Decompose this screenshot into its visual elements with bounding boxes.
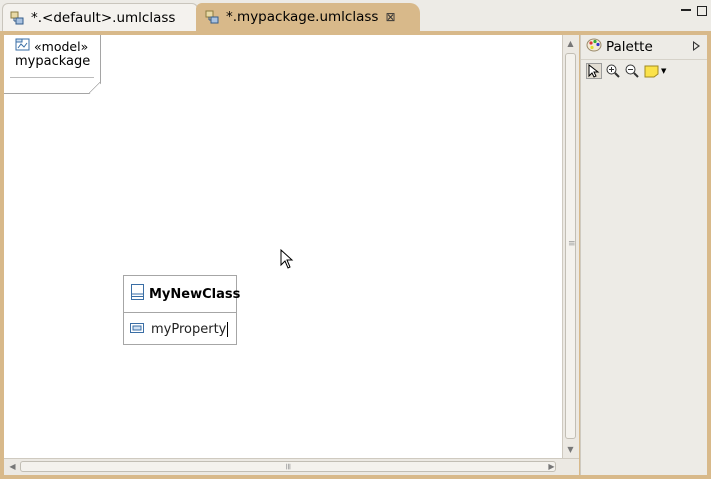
class-icon: [131, 284, 144, 304]
diagram-canvas[interactable]: «model» mypackage MyNewClass myProperty: [4, 35, 562, 458]
vertical-scroll-thumb[interactable]: ≡: [565, 53, 576, 439]
zoom-out-icon[interactable]: [624, 63, 640, 79]
grip-icon: ≡: [568, 239, 576, 249]
palette-header: Palette: [581, 35, 707, 60]
select-tool-icon[interactable]: [586, 63, 602, 79]
grip-icon: ≡: [282, 462, 293, 471]
uml-diagram-icon: [9, 10, 25, 26]
vertical-scrollbar[interactable]: ▲ ≡ ▼: [562, 35, 579, 458]
property-name: myProperty: [151, 321, 227, 337]
tab-label: *.<default>.umlclass: [31, 9, 176, 26]
mouse-pointer-icon: [280, 248, 294, 273]
class-header[interactable]: MyNewClass: [124, 276, 240, 313]
horizontal-scroll-thumb[interactable]: ≡: [20, 461, 556, 472]
class-attribute-row[interactable]: myProperty: [124, 313, 236, 345]
model-stereotype: «model»: [15, 38, 88, 55]
maximize-icon[interactable]: [697, 6, 707, 16]
window-controls: [681, 6, 707, 16]
model-stereotype-label: «model»: [34, 39, 89, 54]
palette-title: Palette: [606, 39, 653, 55]
scroll-left-icon[interactable]: ◀: [5, 459, 20, 474]
model-separator: [10, 77, 94, 78]
model-icon: [15, 38, 31, 55]
tab-default-umlclass[interactable]: *.<default>.umlclass: [2, 3, 198, 31]
scroll-down-icon[interactable]: ▼: [563, 442, 578, 457]
model-name: mypackage: [15, 54, 91, 69]
collapse-palette-icon[interactable]: [693, 41, 700, 51]
scroll-right-icon[interactable]: ▶: [544, 459, 559, 474]
text-caret: [227, 321, 229, 337]
uml-diagram-icon: [204, 9, 220, 25]
editor-tab-bar: *.<default>.umlclass *.mypackage.umlclas…: [0, 0, 711, 32]
zoom-in-icon[interactable]: [605, 63, 621, 79]
note-icon[interactable]: [643, 63, 659, 79]
minimize-icon[interactable]: [681, 9, 691, 11]
property-name-editor[interactable]: myProperty: [151, 321, 229, 337]
property-icon: [130, 322, 144, 337]
model-package-note[interactable]: «model» mypackage: [4, 35, 101, 94]
horizontal-scrollbar[interactable]: ◀ ≡ ▶: [4, 458, 579, 475]
palette-icon: [586, 37, 602, 57]
uml-class-box[interactable]: MyNewClass myProperty: [123, 275, 240, 345]
palette-panel: Palette ▼: [580, 35, 707, 475]
palette-toolbar: ▼: [581, 60, 707, 82]
scroll-up-icon[interactable]: ▲: [563, 36, 578, 51]
class-name[interactable]: MyNewClass: [149, 287, 240, 302]
tab-label: *.mypackage.umlclass: [226, 9, 379, 25]
close-tab-icon[interactable]: ⊠: [385, 10, 395, 24]
dropdown-arrow-icon[interactable]: ▼: [661, 67, 666, 75]
tab-mypackage-umlclass[interactable]: *.mypackage.umlclass ⊠: [196, 3, 420, 31]
